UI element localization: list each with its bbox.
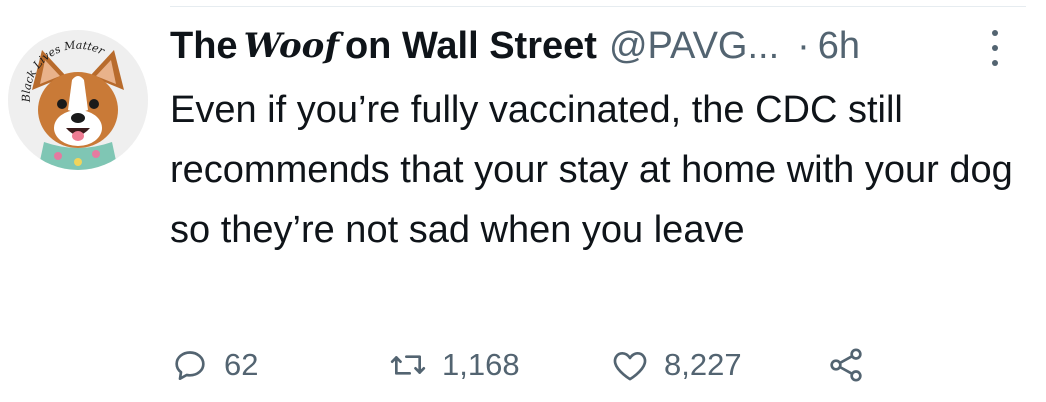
tweet-actions: 62 1,168 8,227 <box>170 340 1010 390</box>
heart-icon <box>613 352 647 381</box>
tweet-text: Even if you’re fully vaccinated, the CDC… <box>170 89 1013 251</box>
retweet-icon <box>390 355 426 375</box>
more-vertical-icon[interactable] <box>988 30 1002 66</box>
tweet-header: The Woof on Wall Street @PAVG... · 6h <box>170 22 1010 70</box>
reply-button[interactable]: 62 <box>170 340 258 390</box>
avatar[interactable]: Black Lives Matter <box>8 30 148 170</box>
retweet-count: 1,168 <box>442 347 520 382</box>
author-name-script[interactable]: Woof <box>244 22 339 70</box>
corgi-avatar-image: Black Lives Matter <box>8 30 148 170</box>
author-name-suffix[interactable]: on Wall Street <box>345 22 597 70</box>
author-handle[interactable]: @PAVG... <box>609 22 779 70</box>
reply-icon <box>175 351 205 380</box>
like-button[interactable]: 8,227 <box>610 340 742 390</box>
like-count: 8,227 <box>664 347 742 382</box>
author-name-prefix[interactable]: The <box>170 22 238 70</box>
tweet-timestamp[interactable]: 6h <box>818 22 860 70</box>
reply-count: 62 <box>224 347 259 382</box>
header-separator: · <box>797 25 810 67</box>
retweet-button[interactable]: 1,168 <box>388 340 520 390</box>
share-button[interactable] <box>826 340 866 390</box>
top-divider <box>170 6 1026 7</box>
share-icon <box>830 348 862 382</box>
